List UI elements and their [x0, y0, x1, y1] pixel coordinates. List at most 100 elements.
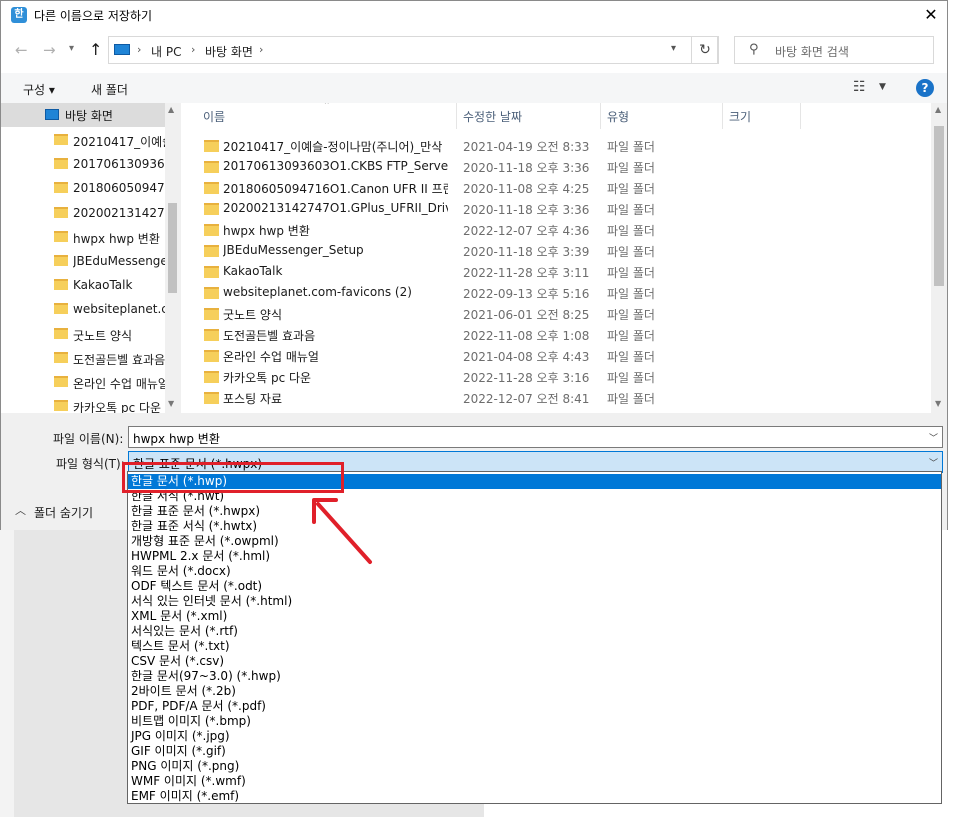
- file-row[interactable]: 20180605094716O1.Canon UFR II 프린... 2020-…: [184, 177, 934, 198]
- filetype-option[interactable]: GIF 이미지 (*.gif): [128, 744, 941, 759]
- column-divider[interactable]: [722, 103, 723, 129]
- file-row[interactable]: 도전골든벨 효과음 2022-11-08 오후 1:08 파일 폴더: [184, 324, 934, 345]
- dialog-title: 다른 이름으로 저장하기: [34, 9, 153, 23]
- file-row[interactable]: 카카오톡 pc 다운 2022-11-28 오후 3:16 파일 폴더: [184, 366, 934, 387]
- filetype-option[interactable]: 2바이트 문서 (*.2b): [128, 684, 941, 699]
- folder-icon: [204, 224, 219, 236]
- file-row[interactable]: websiteplanet.com-favicons (2) 2022-09-13…: [184, 282, 934, 303]
- filename-input[interactable]: hwpx hwp 변환 ﹀: [128, 426, 943, 448]
- filetype-option[interactable]: 한글 문서(97~3.0) (*.hwp): [128, 669, 941, 684]
- sidebar-item[interactable]: 카카오톡 pc 다운: [1, 395, 181, 413]
- file-row[interactable]: hwpx hwp 변환 2022-12-07 오후 4:36 파일 폴더: [184, 219, 934, 240]
- organize-button[interactable]: 구성 ▾: [23, 81, 55, 98]
- file-name: 카카오톡 pc 다운: [223, 371, 312, 385]
- recent-locations-chevron-icon[interactable]: ▾: [69, 43, 74, 54]
- sidebar-item[interactable]: 20170613093601: [1, 153, 181, 176]
- sidebar-item[interactable]: 온라인 수업 매뉴얼: [1, 371, 181, 394]
- sidebar-item[interactable]: 20210417_이예슬: [1, 129, 181, 152]
- column-header-type[interactable]: 유형: [607, 108, 629, 125]
- back-arrow-icon[interactable]: ←: [15, 41, 28, 59]
- filetype-option[interactable]: JPG 이미지 (*.jpg): [128, 729, 941, 744]
- column-divider[interactable]: [600, 103, 601, 129]
- file-date: 2021-04-08 오후 4:43: [463, 350, 590, 364]
- folder-icon: [54, 351, 68, 363]
- filetype-option[interactable]: XML 문서 (*.xml): [128, 609, 941, 624]
- folder-icon: [54, 376, 68, 387]
- sidebar-item[interactable]: 도전골든벨 효과음: [1, 347, 181, 370]
- file-type: 파일 폴더: [607, 266, 655, 280]
- filetype-option[interactable]: 한글 표준 서식 (*.hwtx): [128, 519, 941, 534]
- address-dropdown-icon[interactable]: ▾: [671, 43, 676, 54]
- up-arrow-icon[interactable]: ↑: [89, 40, 102, 59]
- column-header-name[interactable]: 이름: [203, 108, 225, 125]
- file-row[interactable]: 20200213142747O1.GPlus_UFRII_Driver... 20…: [184, 198, 934, 219]
- filename-dropdown-icon[interactable]: ﹀: [929, 431, 938, 444]
- breadcrumb-my-pc[interactable]: 내 PC: [151, 43, 181, 60]
- file-row[interactable]: JBEduMessenger_Setup 2020-11-18 오후 3:39 파일…: [184, 240, 934, 261]
- sidebar-scroll-thumb[interactable]: [168, 203, 177, 293]
- address-bar[interactable]: › 내 PC › 바탕 화면 › ▾: [108, 36, 718, 64]
- filetype-option[interactable]: PNG 이미지 (*.png): [128, 759, 941, 774]
- scroll-down-icon[interactable]: ▼: [168, 399, 174, 408]
- folder-icon: [204, 266, 219, 278]
- filetype-option[interactable]: 서식 있는 인터넷 문서 (*.html): [128, 594, 941, 609]
- view-dropdown-icon[interactable]: ▼: [879, 82, 886, 92]
- column-divider[interactable]: [800, 103, 801, 129]
- help-icon[interactable]: ?: [916, 79, 934, 97]
- file-row[interactable]: 포스팅 자료 2022-12-07 오전 8:41 파일 폴더: [184, 387, 934, 408]
- sidebar-item[interactable]: JBEduMessenger_: [1, 250, 181, 273]
- sidebar-item[interactable]: 20180605094716: [1, 177, 181, 200]
- filetype-option[interactable]: 워드 문서 (*.docx): [128, 564, 941, 579]
- filetype-option[interactable]: PDF, PDF/A 문서 (*.pdf): [128, 699, 941, 714]
- breadcrumb-separator-icon[interactable]: ›: [137, 43, 141, 56]
- sidebar-item-desktop[interactable]: 바탕 화면: [1, 103, 181, 127]
- filetype-option[interactable]: ODF 텍스트 문서 (*.odt): [128, 579, 941, 594]
- forward-arrow-icon[interactable]: →: [43, 41, 56, 59]
- scroll-up-icon[interactable]: ▲: [168, 105, 174, 114]
- filetype-option[interactable]: EMF 이미지 (*.emf): [128, 789, 941, 803]
- file-row[interactable]: 온라인 수업 매뉴얼 2021-04-08 오후 4:43 파일 폴더: [184, 345, 934, 366]
- scroll-down-icon[interactable]: ▼: [935, 399, 941, 408]
- filetype-option[interactable]: HWPML 2.x 문서 (*.hml): [128, 549, 941, 564]
- file-row[interactable]: 굿노트 양식 2021-06-01 오전 8:25 파일 폴더: [184, 303, 934, 324]
- file-date: 2022-12-07 오전 8:41: [463, 392, 590, 406]
- breadcrumb-separator-icon[interactable]: ›: [191, 43, 195, 56]
- sidebar-item[interactable]: hwpx hwp 변환: [1, 226, 181, 249]
- filetype-option[interactable]: WMF 이미지 (*.wmf): [128, 774, 941, 789]
- column-header-date[interactable]: 수정한 날짜: [463, 108, 522, 125]
- chevron-up-icon[interactable]: ︿: [15, 502, 26, 518]
- file-name: 20180605094716O1.Canon UFR II 프린...: [223, 182, 448, 196]
- column-divider[interactable]: [456, 103, 457, 129]
- file-row[interactable]: KakaoTalk 2022-11-28 오후 3:11 파일 폴더: [184, 261, 934, 282]
- scroll-up-icon[interactable]: ▲: [935, 105, 941, 114]
- new-folder-button[interactable]: 새 폴더: [91, 81, 128, 98]
- file-row[interactable]: 20210417_이예슬-정이나맘(주니어)_만삭 2021-04-19 오전 8…: [184, 135, 934, 156]
- search-box[interactable]: ⚲ 바탕 화면 검색: [734, 36, 934, 64]
- filetype-option[interactable]: 서식있는 문서 (*.rtf): [128, 624, 941, 639]
- filetype-option[interactable]: 개방형 표준 문서 (*.owpml): [128, 534, 941, 549]
- filetype-option[interactable]: CSV 문서 (*.csv): [128, 654, 941, 669]
- sidebar-item[interactable]: websiteplanet.com: [1, 298, 181, 321]
- close-button[interactable]: ✕: [919, 4, 943, 26]
- filetype-option[interactable]: 비트맵 이미지 (*.bmp): [128, 714, 941, 729]
- sidebar-item-label: 굿노트 양식: [73, 328, 133, 343]
- refresh-button[interactable]: ↻: [691, 36, 719, 64]
- folder-icon: [204, 203, 219, 215]
- folder-icon: [54, 255, 68, 266]
- sidebar-item[interactable]: 20200213142747: [1, 202, 181, 225]
- file-type: 파일 폴더: [607, 329, 655, 343]
- breadcrumb-separator-icon[interactable]: ›: [259, 43, 263, 56]
- view-options-icon[interactable]: ☷: [853, 79, 866, 95]
- filetype-dropdown-icon[interactable]: ﹀: [929, 456, 938, 469]
- file-row[interactable]: 20170613093603O1.CKBS FTP_Server_v... 202…: [184, 156, 934, 177]
- sidebar-item[interactable]: KakaoTalk: [1, 274, 181, 297]
- column-header-size[interactable]: 크기: [729, 108, 751, 125]
- file-name: websiteplanet.com-favicons (2): [223, 285, 412, 299]
- sidebar-item[interactable]: 굿노트 양식: [1, 323, 181, 346]
- filetype-option[interactable]: 한글 표준 문서 (*.hwpx): [128, 504, 941, 519]
- breadcrumb-desktop[interactable]: 바탕 화면: [205, 43, 253, 60]
- filetype-option[interactable]: 텍스트 문서 (*.txt): [128, 639, 941, 654]
- hide-folders-button[interactable]: 폴더 숨기기: [34, 504, 93, 521]
- sidebar-item-label: 온라인 수업 매뉴얼: [73, 377, 165, 391]
- file-list-scroll-thumb[interactable]: [934, 126, 944, 286]
